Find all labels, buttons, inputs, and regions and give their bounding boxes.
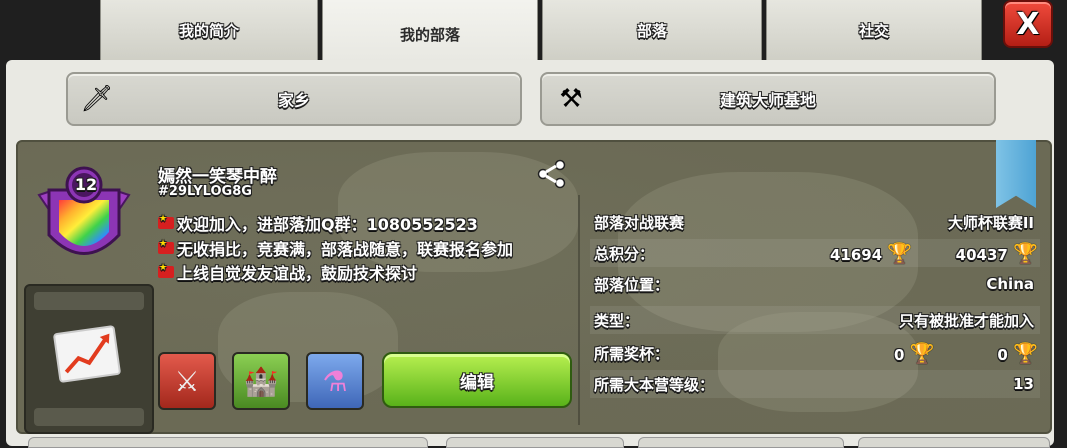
tab-label: 我的简介 [178, 21, 239, 40]
bottom-tab[interactable] [638, 437, 844, 448]
row-label: 部落对战联赛 [594, 213, 685, 232]
china-flag-icon [158, 239, 174, 254]
trend-chart-icon [52, 324, 122, 384]
required-trophies-row: 所需奖杯： 0 🏆 0 🏆 [590, 339, 1040, 367]
subtab-label: 建筑大师基地 [719, 91, 816, 110]
war-league-row: 部落对战联赛 大师杯联赛II [590, 208, 1040, 236]
share-icon[interactable] [536, 158, 568, 190]
subtab-label: 家乡 [277, 91, 310, 110]
bottom-tab[interactable] [446, 437, 624, 448]
tab-label: 部落 [636, 21, 667, 40]
close-icon: X [1016, 6, 1040, 42]
clan-level: 12 [74, 175, 98, 194]
clan-war-button[interactable]: ⚔ [158, 352, 216, 410]
trophy-icon: 🏆 [887, 241, 913, 265]
row-value: China [986, 275, 1034, 293]
row-label: 所需奖杯： [594, 344, 670, 363]
row-label: 所需大本营等级： [594, 375, 715, 394]
clan-description-line: 上线自觉发友谊战，鼓励技术探讨 [158, 260, 417, 284]
required-builder-trophies: 0 🏆 [997, 341, 1038, 365]
row-label: 总积分： [594, 244, 655, 263]
type-row: 类型： 只有被批准才能加入 [590, 306, 1040, 334]
divider [578, 195, 580, 425]
row-label: 类型： [594, 311, 640, 330]
tab-my-profile[interactable]: 我的简介 [100, 0, 318, 61]
tab-clans[interactable]: 部落 [542, 0, 762, 61]
potion-icon: ⚗ [322, 364, 348, 398]
description-text: 上线自觉发友谊战，鼓励技术探讨 [177, 264, 418, 283]
subtab-home-village[interactable]: 🗡 家乡 [66, 72, 522, 126]
edit-label: 编辑 [460, 372, 494, 393]
row-value: 13 [1013, 375, 1034, 393]
tab-label: 我的部落 [399, 25, 460, 44]
description-text: 无收捐比，竞赛满，部落战随意，联赛报名参加 [177, 240, 514, 259]
builder-trophy-icon: 🏆 [1013, 341, 1038, 365]
china-flag-icon [158, 214, 174, 229]
castle-icon: 🏰 [243, 364, 279, 398]
sword-icon: 🗡 [80, 84, 114, 114]
row-value: 只有被批准才能加入 [898, 311, 1034, 330]
tab-label: 社交 [858, 21, 889, 40]
required-townhall-row: 所需大本营等级： 13 [590, 370, 1040, 398]
crossed-axes-icon: ⚒ [559, 84, 583, 114]
clan-capital-button[interactable]: 🏰 [232, 352, 290, 410]
edit-clan-button[interactable]: 编辑 [382, 352, 572, 408]
clan-description-line: 欢迎加入，进部落加Q群：1080552523 [158, 211, 478, 235]
crossed-swords-icon: ⚔ [174, 364, 200, 398]
location-row: 部落位置： China [590, 270, 1040, 298]
required-home-trophies: 0 🏆 [894, 341, 935, 365]
row-value: 大师杯联赛II [947, 213, 1034, 232]
bottom-tab[interactable] [28, 437, 428, 448]
description-text: 欢迎加入，进部落加Q群：1080552523 [177, 215, 478, 234]
builder-points: 40437 🏆 [955, 241, 1038, 265]
points-row: 总积分： 41694 🏆 40437 🏆 [590, 239, 1040, 267]
tab-my-clan[interactable]: 我的部落 [322, 0, 538, 69]
tab-social[interactable]: 社交 [766, 0, 982, 61]
row-label: 部落位置： [594, 275, 670, 294]
clan-games-button[interactable]: ⚗ [306, 352, 364, 410]
close-button[interactable]: X [1003, 0, 1053, 48]
home-points: 41694 🏆 [830, 241, 913, 265]
clan-tag[interactable]: #29LYLOG8G [158, 184, 252, 199]
trophy-icon: 🏆 [909, 341, 935, 365]
clan-description-line: 无收捐比，竞赛满，部落战随意，联赛报名参加 [158, 236, 513, 260]
china-flag-icon [158, 263, 174, 278]
subtab-builder-base[interactable]: ⚒ 建筑大师基地 [540, 72, 996, 126]
builder-trophy-icon: 🏆 [1013, 241, 1038, 265]
bottom-tab[interactable] [858, 437, 1050, 448]
